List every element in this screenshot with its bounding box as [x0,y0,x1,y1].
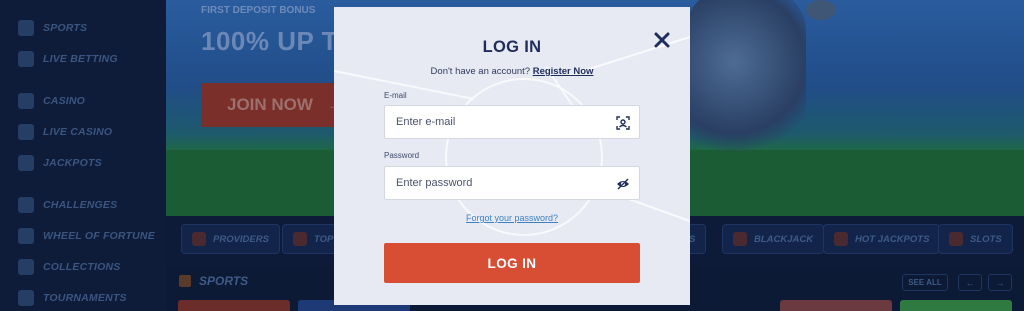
email-field[interactable] [385,106,605,138]
no-account-text: Don't have an account? [430,66,531,77]
password-field-wrapper [384,166,640,200]
password-label: Password [384,151,420,160]
password-field[interactable] [385,167,605,199]
close-button[interactable] [652,30,672,50]
face-id-icon[interactable] [616,116,630,130]
email-label: E-mail [384,91,407,100]
forgot-password-link[interactable]: Forgot your password? [334,213,690,223]
eye-slash-icon[interactable] [616,177,630,191]
login-button[interactable]: LOG IN [384,243,640,283]
register-prompt: Don't have an account? Register Now [334,66,690,77]
register-now-link[interactable]: Register Now [533,66,594,77]
modal-title: LOG IN [482,38,542,56]
login-modal: LOG IN Don't have an account? Register N… [334,7,690,305]
close-icon [654,32,670,48]
email-field-wrapper [384,105,640,139]
